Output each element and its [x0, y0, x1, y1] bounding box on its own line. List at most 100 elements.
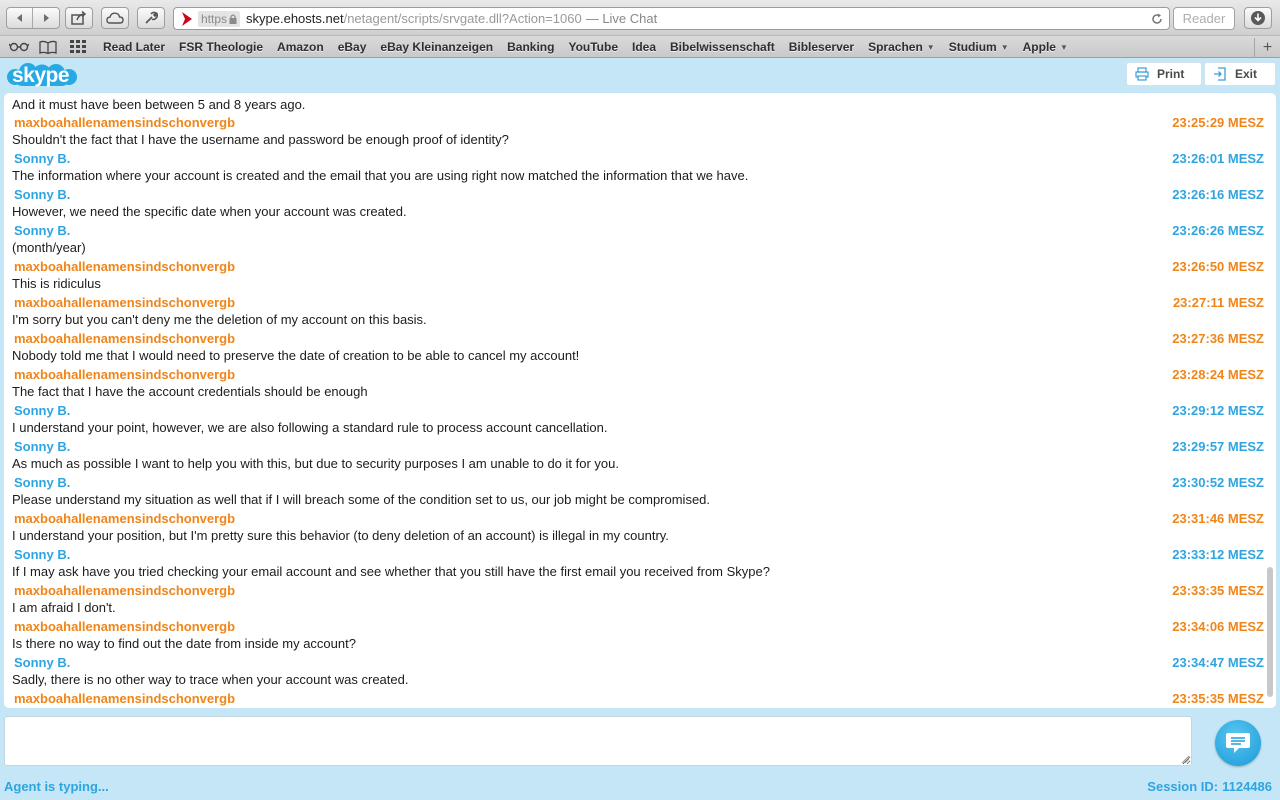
bookmark-item[interactable]: Amazon — [270, 40, 331, 54]
print-button[interactable]: Print — [1126, 62, 1202, 86]
bookmark-label: Amazon — [277, 40, 324, 54]
bookmark-label: FSR Theologie — [179, 40, 264, 54]
message-sender: Sonny B. — [14, 223, 71, 238]
message-timestamp: 23:30:52 MESZ — [1172, 475, 1264, 490]
new-tab-button[interactable]: + — [1254, 38, 1280, 58]
message-timestamp: 23:29:57 MESZ — [1172, 439, 1264, 454]
reader-button[interactable]: Reader — [1173, 7, 1235, 30]
url-host: skype.ehosts.net — [246, 11, 344, 26]
message-text: I understand your position, but I'm pret… — [12, 528, 669, 543]
chat-transcript[interactable]: And it must have been between 5 and 8 ye… — [4, 93, 1276, 708]
bookmark-label: Bibleserver — [788, 40, 855, 54]
bookmark-label: Banking — [507, 40, 555, 54]
exit-button[interactable]: Exit — [1204, 62, 1276, 86]
message-sender: Sonny B. — [14, 403, 71, 418]
bookmark-item[interactable]: YouTube — [561, 40, 625, 54]
message-text: This is ridiculus — [12, 276, 101, 291]
message-sender: Sonny B. — [14, 475, 71, 490]
skype-logo: skype — [6, 62, 78, 92]
message-text: Is there no way to find out the date fro… — [12, 636, 356, 651]
bookmark-label: Read Later — [103, 40, 166, 54]
downloads-button[interactable] — [1244, 7, 1272, 29]
message-timestamp: 23:29:12 MESZ — [1172, 403, 1264, 418]
top-sites-button[interactable] — [70, 39, 86, 55]
bookmark-item[interactable]: Bibleserver — [782, 40, 861, 54]
reading-list-button[interactable] — [9, 39, 29, 55]
book-icon — [39, 40, 57, 54]
print-label: Print — [1157, 67, 1185, 81]
bookmark-item[interactable]: Banking — [500, 40, 561, 54]
message-sender: maxboahallenamensindschonvergb — [14, 259, 236, 274]
message-input[interactable] — [4, 716, 1192, 766]
bookmark-item[interactable]: Read Later — [96, 40, 172, 54]
message-text: However, we need the specific date when … — [12, 204, 407, 219]
message-text: I understand your point, however, we are… — [12, 420, 608, 435]
share-button[interactable] — [65, 7, 93, 29]
message-sender: maxboahallenamensindschonvergb — [14, 511, 236, 526]
chat-bubble-icon — [1226, 733, 1250, 753]
message-sender: Sonny B. — [14, 655, 71, 670]
message-timestamp: 23:26:16 MESZ — [1172, 187, 1264, 202]
message-sender: Sonny B. — [14, 547, 71, 562]
back-button[interactable] — [7, 8, 34, 28]
message-timestamp: 23:25:29 MESZ — [1172, 115, 1264, 130]
bookmark-item[interactable]: Bibelwissenschaft — [663, 40, 782, 54]
dropdown-caret-icon: ▼ — [1000, 42, 1009, 52]
reload-icon — [1152, 13, 1162, 24]
bookmark-item[interactable]: Idea — [625, 40, 663, 54]
page-title: — Live Chat — [585, 11, 658, 26]
bookmark-item[interactable]: Studium ▼ — [942, 40, 1016, 54]
bookmark-label: YouTube — [568, 40, 618, 54]
message-sender: maxboahallenamensindschonvergb — [14, 367, 236, 382]
dropdown-caret-icon: ▼ — [1059, 42, 1068, 52]
message-sender: Sonny B. — [14, 439, 71, 454]
lock-icon — [229, 13, 237, 24]
bookmark-item[interactable]: eBay — [331, 40, 374, 54]
site-icon — [178, 8, 196, 29]
message-text: Nobody told me that I would need to pres… — [12, 348, 580, 363]
message-text: The fact that I have the account credent… — [12, 384, 368, 399]
tools-button[interactable] — [137, 7, 165, 29]
live-chat-page: skype Print Exit And it must have been b… — [0, 58, 1280, 800]
message-text: I am afraid I don't. — [12, 600, 116, 615]
glasses-icon — [9, 42, 29, 52]
bookmark-item[interactable]: eBay Kleinanzeigen — [373, 40, 500, 54]
share-icon — [71, 11, 87, 25]
session-label: Session ID: — [1147, 779, 1219, 794]
bookmark-label: eBay — [337, 40, 367, 54]
forward-button[interactable] — [33, 8, 59, 28]
bookmark-item[interactable]: Apple ▼ — [1016, 40, 1075, 54]
browser-toolbar: https skype.ehosts.net /netagent/scripts… — [0, 0, 1280, 36]
send-button[interactable] — [1215, 720, 1261, 766]
back-arrow-icon — [16, 14, 22, 22]
bookmarks-button[interactable] — [39, 39, 57, 55]
message-text: (month/year) — [12, 240, 86, 255]
bookmark-label: Sprachen — [868, 40, 923, 54]
bookmark-item[interactable]: Sprachen ▼ — [861, 40, 942, 54]
reload-button[interactable] — [1149, 13, 1165, 25]
printer-icon — [1135, 67, 1149, 81]
message-timestamp: 23:34:47 MESZ — [1172, 655, 1264, 670]
message-text: The information where your account is cr… — [12, 168, 749, 183]
address-bar[interactable]: https skype.ehosts.net /netagent/scripts… — [173, 7, 1170, 30]
nav-buttons — [6, 7, 60, 29]
message-text: As much as possible I want to help you w… — [12, 456, 619, 471]
message-sender: maxboahallenamensindschonvergb — [14, 331, 236, 346]
message-sender: Sonny B. — [14, 187, 71, 202]
session-id: 1124486 — [1222, 779, 1272, 794]
message-text: Please understand my situation as well t… — [12, 492, 711, 507]
message-timestamp: 23:27:36 MESZ — [1172, 331, 1264, 346]
message-text: Sadly, there is no other way to trace wh… — [12, 672, 409, 687]
typing-status: Agent is typing... — [4, 779, 109, 794]
exit-icon — [1214, 67, 1226, 81]
transcript-scrollbar[interactable] — [1267, 97, 1273, 703]
bookmark-label: eBay Kleinanzeigen — [380, 40, 494, 54]
message-sender: maxboahallenamensindschonvergb — [14, 295, 236, 310]
message-timestamp: 23:35:35 MESZ — [1172, 691, 1264, 706]
bookmark-item[interactable]: FSR Theologie — [172, 40, 270, 54]
message-timestamp: 23:34:06 MESZ — [1172, 619, 1264, 634]
bookmark-label: Idea — [632, 40, 657, 54]
resize-grip-icon[interactable] — [1180, 754, 1190, 764]
download-icon — [1251, 11, 1265, 25]
icloud-tabs-button[interactable] — [101, 7, 129, 29]
